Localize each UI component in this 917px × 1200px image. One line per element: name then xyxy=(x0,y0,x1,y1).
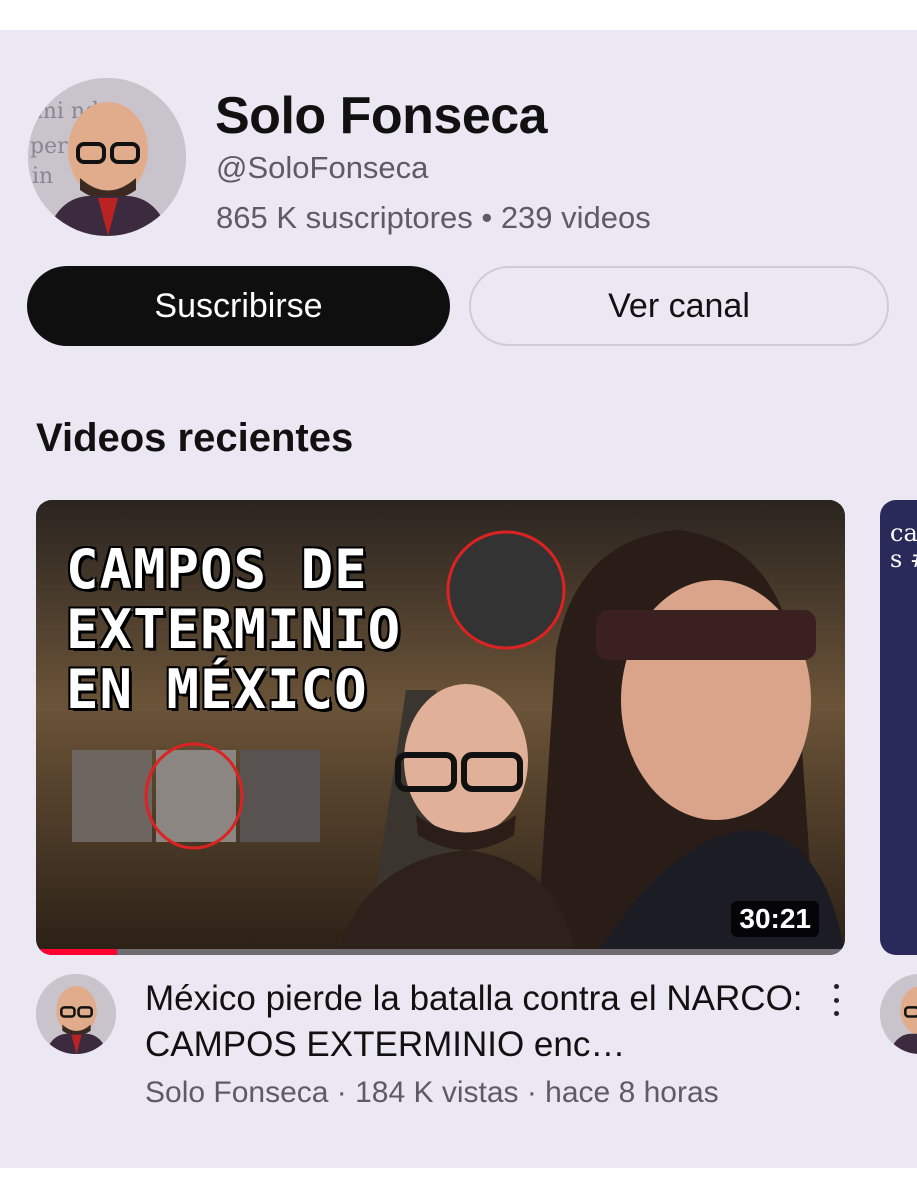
section-title-recent-videos: Videos recientes xyxy=(36,416,354,460)
next-thumbnail-caption-line: s # xyxy=(890,545,917,573)
person-avatar-icon xyxy=(880,974,917,1054)
video-duration-badge: 30:21 xyxy=(731,901,819,937)
person-avatar-icon xyxy=(36,974,116,1054)
watch-progress-bar xyxy=(36,949,845,955)
person-avatar-icon: mi nd per or in xyxy=(28,78,186,236)
thumbnail-caption-line: EN MÉXICO xyxy=(66,658,368,721)
channel-card: mi nd per or in Solo Fonseca @SoloFonsec… xyxy=(0,30,917,1168)
thumbnail-caption: CAMPOS DE EXTERMINIO EN MÉXICO xyxy=(66,540,401,720)
channel-handle: @SoloFonseca xyxy=(216,150,429,185)
svg-text:in: in xyxy=(32,164,53,189)
video-metadata: Solo Fonseca · 184 K vistas · hace 8 hor… xyxy=(145,1076,719,1109)
video-title[interactable]: México pierde la batalla contra el NARCO… xyxy=(145,976,817,1068)
next-thumbnail-caption: can s # xyxy=(890,520,917,572)
channel-stats: 865 K suscriptores • 239 videos xyxy=(216,200,651,235)
thumbnail-caption-line: EXTERMINIO xyxy=(66,598,402,661)
video-thumbnail[interactable]: CAMPOS DE EXTERMINIO EN MÉXICO 30:21 xyxy=(36,500,845,955)
video-channel-avatar[interactable] xyxy=(36,974,116,1054)
page-bottom xyxy=(0,1168,917,1200)
channel-avatar[interactable]: mi nd per or in xyxy=(28,78,186,236)
more-options-icon[interactable] xyxy=(824,980,848,1020)
subscribe-button[interactable]: Suscribirse xyxy=(27,266,450,346)
watch-progress-fill xyxy=(36,949,117,955)
next-video-channel-avatar[interactable] xyxy=(880,974,917,1054)
channel-name[interactable]: Solo Fonseca xyxy=(215,86,548,146)
next-thumbnail-caption-line: can xyxy=(890,519,917,547)
next-video-thumbnail[interactable]: can s # xyxy=(880,500,917,955)
thumbnail-caption-line: CAMPOS DE xyxy=(66,538,368,601)
view-channel-button[interactable]: Ver canal xyxy=(469,266,889,346)
